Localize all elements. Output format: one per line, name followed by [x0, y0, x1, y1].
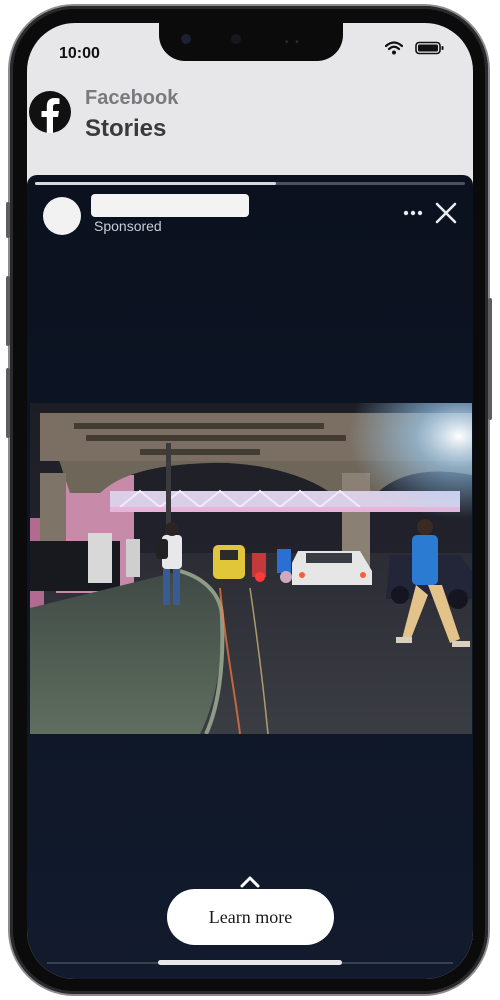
story-progress-bar — [35, 182, 465, 185]
battery-icon — [415, 41, 444, 55]
sensor — [231, 34, 241, 44]
side-button-volume-up — [6, 276, 10, 346]
avatar[interactable] — [43, 197, 81, 235]
close-icon[interactable] — [433, 200, 459, 226]
more-options-button[interactable] — [401, 201, 425, 225]
side-button-volume-down — [6, 368, 10, 438]
wifi-icon — [385, 41, 403, 55]
sensor-dots: • • — [285, 37, 301, 48]
notch: • • — [159, 23, 343, 61]
app-name: Facebook — [85, 87, 179, 109]
status-icons — [385, 41, 445, 55]
story-photo — [30, 403, 472, 734]
side-button-mute — [6, 202, 10, 238]
advertiser-name-placeholder[interactable] — [91, 194, 249, 217]
story-progress-fill — [35, 182, 276, 185]
phone-screen: • • 10:00 Facebook Stories Sponsored Lea… — [27, 23, 473, 979]
more-options-icon — [403, 210, 423, 216]
chevron-up-icon[interactable] — [238, 875, 262, 889]
status-time: 10:00 — [59, 45, 100, 62]
learn-more-button[interactable]: Learn more — [167, 889, 334, 945]
page-title: Stories — [85, 115, 167, 142]
home-indicator[interactable] — [158, 960, 342, 965]
side-button-power — [488, 298, 492, 420]
front-camera — [181, 34, 191, 44]
street-night-photo — [30, 403, 472, 734]
sponsored-label: Sponsored — [94, 218, 162, 234]
story-card[interactable]: Sponsored Learn more — [27, 175, 473, 979]
story-header: Facebook Stories — [27, 81, 473, 173]
facebook-logo-icon — [29, 91, 71, 133]
